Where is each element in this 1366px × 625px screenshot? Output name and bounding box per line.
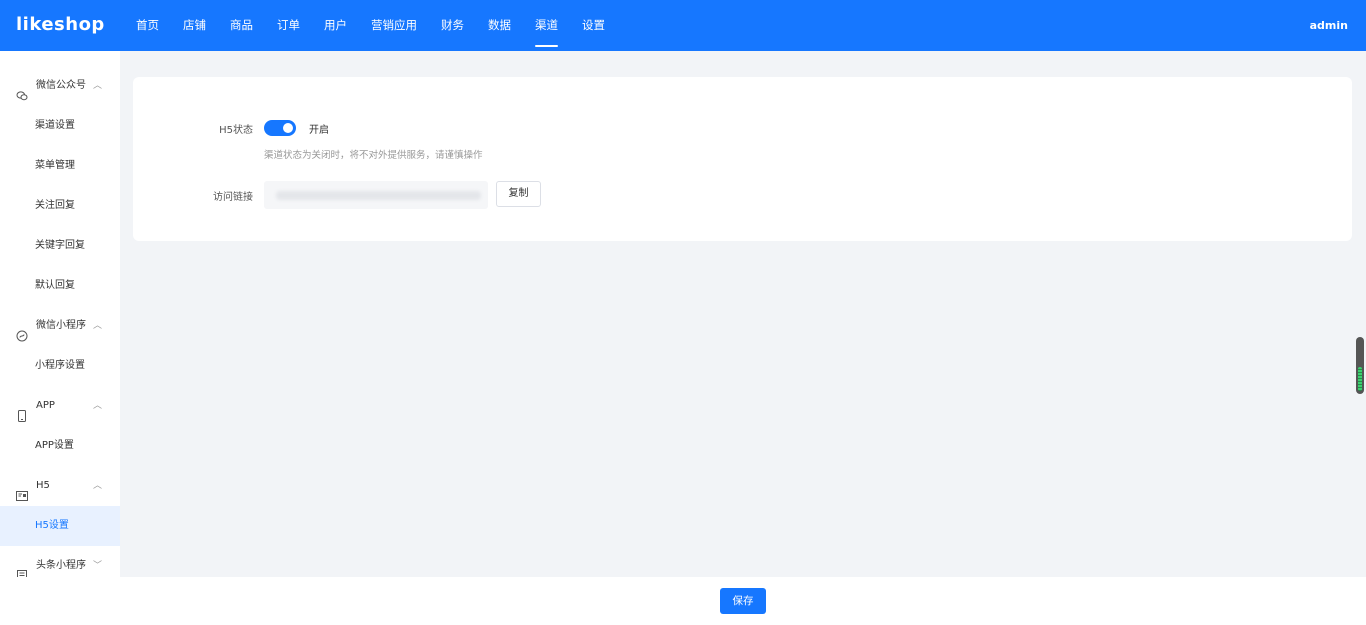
- nav-item-6[interactable]: 财务: [429, 0, 476, 51]
- h5-status-text: 开启: [309, 125, 329, 136]
- sidebar-item-0-0[interactable]: 渠道设置: [0, 106, 120, 146]
- h5-status-hint: 渠道状态为关闭时，将不对外提供服务，请谨慎操作: [264, 150, 483, 161]
- chevron-up-icon: ︿: [93, 321, 103, 331]
- sidebar-group-1[interactable]: 微信小程序 ︿: [0, 306, 120, 346]
- chevron-down-icon: ﹀: [93, 561, 103, 571]
- sidebar: 微信公众号 ︿ 渠道设置 菜单管理 关注回复 关键字回复 默认回复 微信小程序 ︿ 小程序设置 AP…: [0, 51, 120, 577]
- scrollbar-thumb[interactable]: [1356, 337, 1364, 394]
- top-navbar: likeshop 首页 店铺 商品 订单 用户 营销应用 财务 数据 渠道 设置 admin: [0, 0, 1366, 51]
- settings-card: H5状态 开启 渠道状态为关闭时，将不对外提供服务，请谨慎操作 访问链接 复制: [133, 77, 1352, 241]
- h5-icon: [16, 480, 28, 501]
- app-root: likeshop 首页 店铺 商品 订单 用户 营销应用 财务 数据 渠道 设置 admin 微信…: [0, 0, 1366, 625]
- nav-item-1[interactable]: 店铺: [171, 0, 218, 51]
- sidebar-item-0-2[interactable]: 关注回复: [0, 186, 120, 226]
- scrollbar-track[interactable]: [1359, 51, 1366, 577]
- toutiao-icon: [16, 560, 28, 577]
- phone-icon: [16, 400, 28, 422]
- nav-item-4[interactable]: 用户: [312, 0, 359, 51]
- sidebar-group-label: 微信公众号: [36, 80, 86, 91]
- user-name[interactable]: admin: [1310, 0, 1348, 51]
- access-link-label: 访问链接: [213, 192, 253, 203]
- main-content: H5状态 开启 渠道状态为关闭时，将不对外提供服务，请谨慎操作 访问链接 复制: [120, 51, 1366, 577]
- sidebar-item-0-1[interactable]: 菜单管理: [0, 146, 120, 186]
- footer-bar: 保存: [0, 577, 1366, 625]
- chevron-up-icon: ︿: [93, 401, 103, 411]
- sidebar-group-label: APP: [36, 400, 55, 411]
- sidebar-group-2[interactable]: APP ︿: [0, 386, 120, 426]
- chevron-up-icon: ︿: [93, 481, 103, 491]
- blurred-link-value: [276, 191, 481, 200]
- sidebar-item-3-0[interactable]: H5设置: [0, 506, 120, 546]
- sidebar-group-label: 头条小程序: [36, 560, 86, 571]
- sidebar-item-1-0[interactable]: 小程序设置: [0, 346, 120, 386]
- sidebar-item-2-0[interactable]: APP设置: [0, 426, 120, 466]
- logo: likeshop: [16, 14, 105, 35]
- copy-button[interactable]: 复制: [496, 181, 541, 207]
- save-button[interactable]: 保存: [720, 588, 766, 614]
- h5-status-switch[interactable]: [264, 120, 296, 136]
- mini-program-icon: [16, 320, 28, 342]
- nav-item-9[interactable]: 设置: [570, 0, 617, 51]
- sidebar-item-0-3[interactable]: 关键字回复: [0, 226, 120, 266]
- sidebar-group-label: 微信小程序: [36, 320, 86, 331]
- scrollbar-grip: [1358, 367, 1362, 391]
- wechat-icon: [16, 80, 28, 101]
- main-nav: 首页 店铺 商品 订单 用户 营销应用 财务 数据 渠道 设置: [124, 0, 617, 51]
- h5-status-label: H5状态: [219, 125, 253, 136]
- nav-item-3[interactable]: 订单: [265, 0, 312, 51]
- sidebar-item-0-4[interactable]: 默认回复: [0, 266, 120, 306]
- chevron-up-icon: ︿: [93, 81, 103, 91]
- nav-item-7[interactable]: 数据: [476, 0, 523, 51]
- nav-item-2[interactable]: 商品: [218, 0, 265, 51]
- nav-item-0[interactable]: 首页: [124, 0, 171, 51]
- sidebar-group-4[interactable]: 头条小程序 ﹀: [0, 546, 120, 577]
- sidebar-group-3[interactable]: H5 ︿: [0, 466, 120, 506]
- sidebar-group-label: H5: [36, 480, 50, 491]
- switch-knob: [283, 123, 293, 133]
- nav-item-8[interactable]: 渠道: [523, 0, 570, 51]
- nav-item-5[interactable]: 营销应用: [359, 0, 429, 51]
- access-link-field[interactable]: [264, 181, 488, 209]
- sidebar-group-0[interactable]: 微信公众号 ︿: [0, 66, 120, 106]
- sidebar-top-spacer: [0, 51, 120, 66]
